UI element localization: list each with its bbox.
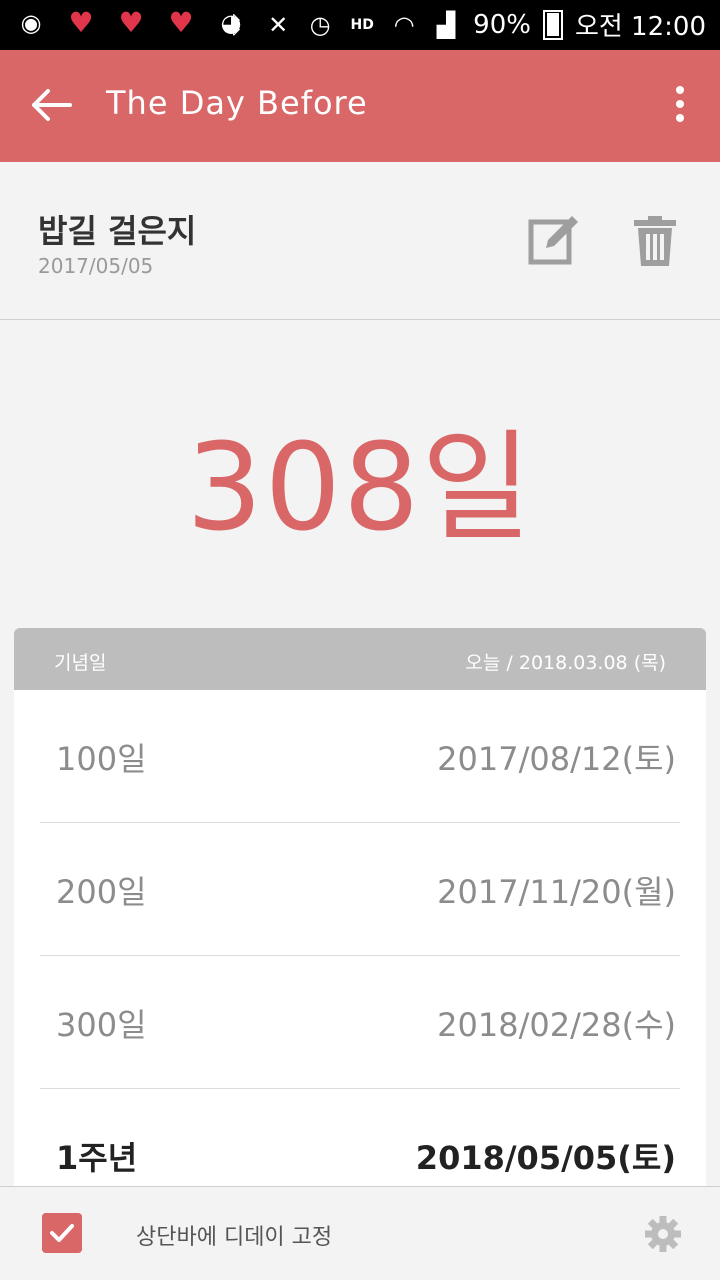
today-date: 오늘 / 2018.03.08 (목) <box>465 652 666 674</box>
milestone-row[interactable]: 1주년 2018/05/05(토) <box>40 1089 680 1188</box>
event-date: 2017/05/05 <box>38 254 154 278</box>
pin-label[interactable]: 상단바에 디데이 고정 <box>136 1219 332 1251</box>
signal-icon: ▟ <box>436 10 456 39</box>
event-header: 밥길 걸은지 2017/05/05 <box>0 162 720 320</box>
hd-voice-icon: HD <box>350 16 374 33</box>
heart-icon: ♥ <box>68 6 94 39</box>
milestone-date: 2017/08/12(토) <box>437 740 676 778</box>
bottom-bar: 상단바에 디데이 고정 <box>0 1186 720 1280</box>
app-title: The Day Before <box>106 84 368 122</box>
battery-level: 90% <box>473 9 531 40</box>
milestones-card: 기념일 오늘 / 2018.03.08 (목) 100일 2017/08/12(… <box>14 628 706 1188</box>
milestone-row[interactable]: 300일 2018/02/28(수) <box>40 956 680 1089</box>
milestone-label: 300일 <box>56 1006 147 1044</box>
more-options-icon[interactable] <box>670 86 690 126</box>
clock: 오전 12:00 <box>574 12 706 42</box>
milestone-date: 2018/02/28(수) <box>437 1006 676 1044</box>
settings-gear-icon[interactable] <box>644 1215 682 1253</box>
milestone-label: 200일 <box>56 873 147 911</box>
milestone-label: 1주년 <box>56 1139 138 1177</box>
edit-icon[interactable] <box>528 212 582 266</box>
heart-icon: ♥ <box>118 6 144 39</box>
app-bar: The Day Before <box>0 50 720 162</box>
status-bar: ◉ ♥ ♥ ♥ ◕ ᛒ ✕ ◷ HD ◠ ▟ 90% 오전 12:00 <box>0 0 720 50</box>
milestone-date: 2017/11/20(월) <box>437 873 676 911</box>
milestones-header: 기념일 오늘 / 2018.03.08 (목) <box>14 628 706 690</box>
mute-icon: ✕ <box>268 10 289 39</box>
milestones-header-label: 기념일 <box>54 652 107 674</box>
pin-checkbox[interactable] <box>42 1213 82 1253</box>
milestone-row[interactable]: 200일 2017/11/20(월) <box>40 823 680 956</box>
wifi-icon: ◠ <box>393 10 415 39</box>
camera-icon: ◉ <box>20 9 42 37</box>
battery-icon <box>542 9 563 40</box>
heart-icon: ♥ <box>168 6 194 39</box>
bluetooth-icon: ᛒ <box>228 10 244 39</box>
milestone-label: 100일 <box>56 740 147 778</box>
alarm-icon: ◷ <box>309 10 331 39</box>
milestone-date: 2018/05/05(토) <box>415 1139 676 1177</box>
back-arrow-icon[interactable] <box>26 80 76 130</box>
delete-icon[interactable] <box>630 214 680 268</box>
milestone-row[interactable]: 100일 2017/08/12(토) <box>40 690 680 823</box>
event-name: 밥길 걸은지 <box>38 212 197 250</box>
day-count: 308일 <box>186 419 534 558</box>
